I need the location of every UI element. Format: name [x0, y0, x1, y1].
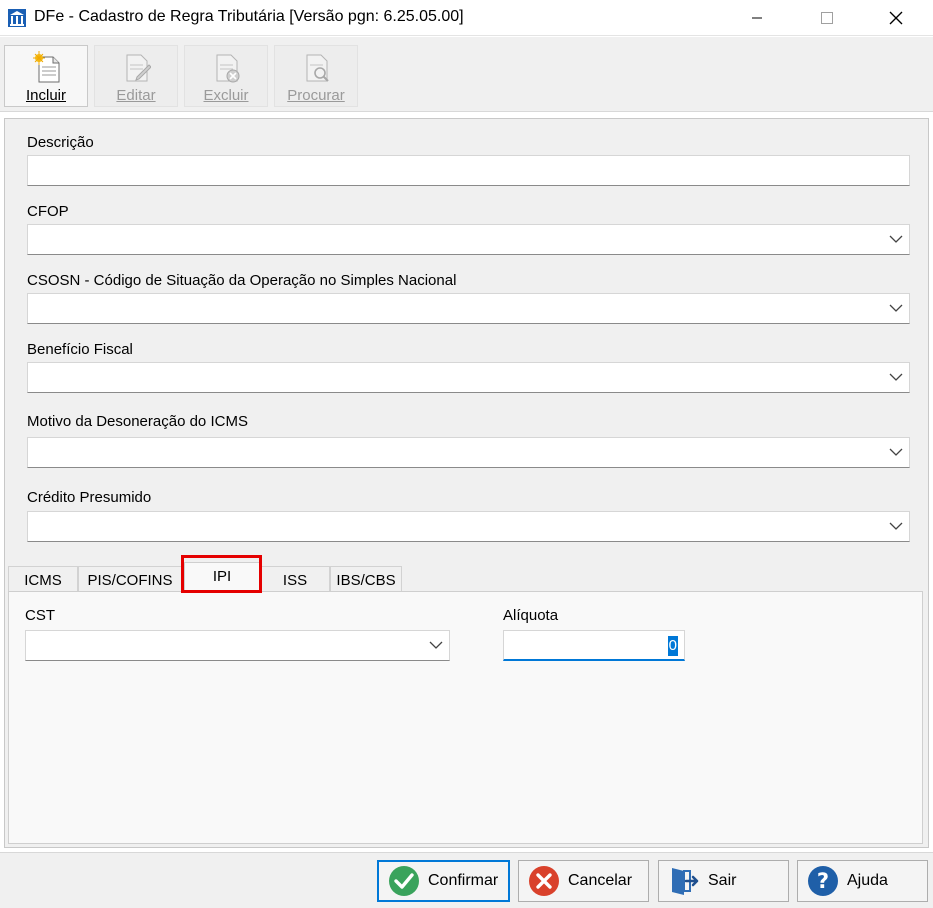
- chevron-down-icon: [889, 522, 903, 530]
- edit-document-icon: [126, 54, 151, 82]
- new-document-icon: [33, 51, 60, 83]
- aliquota-label: Alíquota: [503, 607, 559, 624]
- minimize-button[interactable]: [727, 0, 787, 36]
- app-building-icon: [8, 9, 26, 27]
- exit-door-icon: [672, 868, 699, 895]
- chevron-down-icon: [889, 235, 903, 243]
- cancelar-button[interactable]: Cancelar: [518, 860, 649, 902]
- check-circle-icon: [389, 866, 419, 896]
- sair-label: Sair: [708, 872, 737, 889]
- ajuda-button[interactable]: ? Ajuda: [797, 860, 928, 902]
- csosn-select[interactable]: [27, 293, 910, 324]
- ipi-tab-page: CST Alíquota 0: [8, 591, 923, 844]
- sair-button[interactable]: Sair: [658, 860, 789, 902]
- aliquota-input[interactable]: 0: [503, 630, 685, 661]
- beneficio-select[interactable]: [27, 362, 910, 393]
- aliquota-value: 0: [667, 636, 678, 656]
- editar-label: Editar: [116, 87, 156, 104]
- cancel-circle-icon: [529, 866, 559, 896]
- title-bar: DFe - Cadastro de Regra Tributária [Vers…: [0, 0, 933, 36]
- incluir-button[interactable]: Incluir: [4, 45, 88, 107]
- credito-label: Crédito Presumido: [27, 489, 152, 506]
- chevron-down-icon: [889, 304, 903, 312]
- motivo-label: Motivo da Desoneração do ICMS: [27, 413, 248, 430]
- delete-document-icon: [216, 54, 240, 83]
- descricao-label: Descrição: [27, 134, 94, 151]
- confirmar-button[interactable]: Confirmar: [377, 860, 510, 902]
- descricao-input[interactable]: [27, 155, 910, 186]
- cfop-select[interactable]: [27, 224, 910, 255]
- tab-icms[interactable]: ICMS: [8, 566, 78, 592]
- chevron-down-icon: [429, 641, 443, 649]
- toolbar: Incluir Editar Excluir Procurar: [0, 37, 933, 112]
- procurar-label: Procurar: [287, 87, 345, 104]
- help-icon: ?: [808, 866, 838, 896]
- csosn-label: CSOSN - Código de Situação da Operação n…: [27, 272, 457, 289]
- beneficio-label: Benefício Fiscal: [27, 341, 133, 358]
- chevron-down-icon: [889, 373, 903, 381]
- tab-strip: ICMS PIS/COFINS IPI ISS IBS/CBS: [5, 562, 928, 592]
- bottom-button-bar: Confirmar Cancelar Sair ? Ajuda: [0, 852, 933, 908]
- cancelar-label: Cancelar: [568, 872, 633, 889]
- maximize-icon: [821, 12, 833, 24]
- ajuda-label: Ajuda: [847, 872, 888, 889]
- form-panel: Descrição CFOP CSOSN - Código de Situaçã…: [4, 118, 929, 848]
- confirmar-label: Confirmar: [428, 872, 499, 889]
- tab-iss[interactable]: ISS: [260, 566, 330, 592]
- window-title: DFe - Cadastro de Regra Tributária [Vers…: [34, 8, 464, 25]
- excluir-button[interactable]: Excluir: [184, 45, 268, 107]
- maximize-button[interactable]: [797, 0, 857, 36]
- credito-select[interactable]: [27, 511, 910, 542]
- editar-button[interactable]: Editar: [94, 45, 178, 107]
- tab-pis-cofins[interactable]: PIS/COFINS: [78, 566, 182, 592]
- close-button[interactable]: [866, 0, 926, 36]
- cst-label: CST: [25, 607, 55, 624]
- close-icon: [889, 11, 903, 25]
- motivo-select[interactable]: [27, 437, 910, 468]
- tab-ipi[interactable]: IPI: [184, 562, 260, 592]
- cst-select[interactable]: [25, 630, 450, 661]
- tab-ibs-cbs[interactable]: IBS/CBS: [330, 566, 402, 592]
- excluir-label: Excluir: [203, 87, 249, 104]
- incluir-label: Incluir: [25, 87, 66, 104]
- search-document-icon: [306, 54, 329, 82]
- chevron-down-icon: [889, 448, 903, 456]
- minimize-icon: [752, 17, 762, 19]
- procurar-button[interactable]: Procurar: [274, 45, 358, 107]
- svg-text:?: ?: [817, 869, 829, 893]
- cfop-label: CFOP: [27, 203, 69, 220]
